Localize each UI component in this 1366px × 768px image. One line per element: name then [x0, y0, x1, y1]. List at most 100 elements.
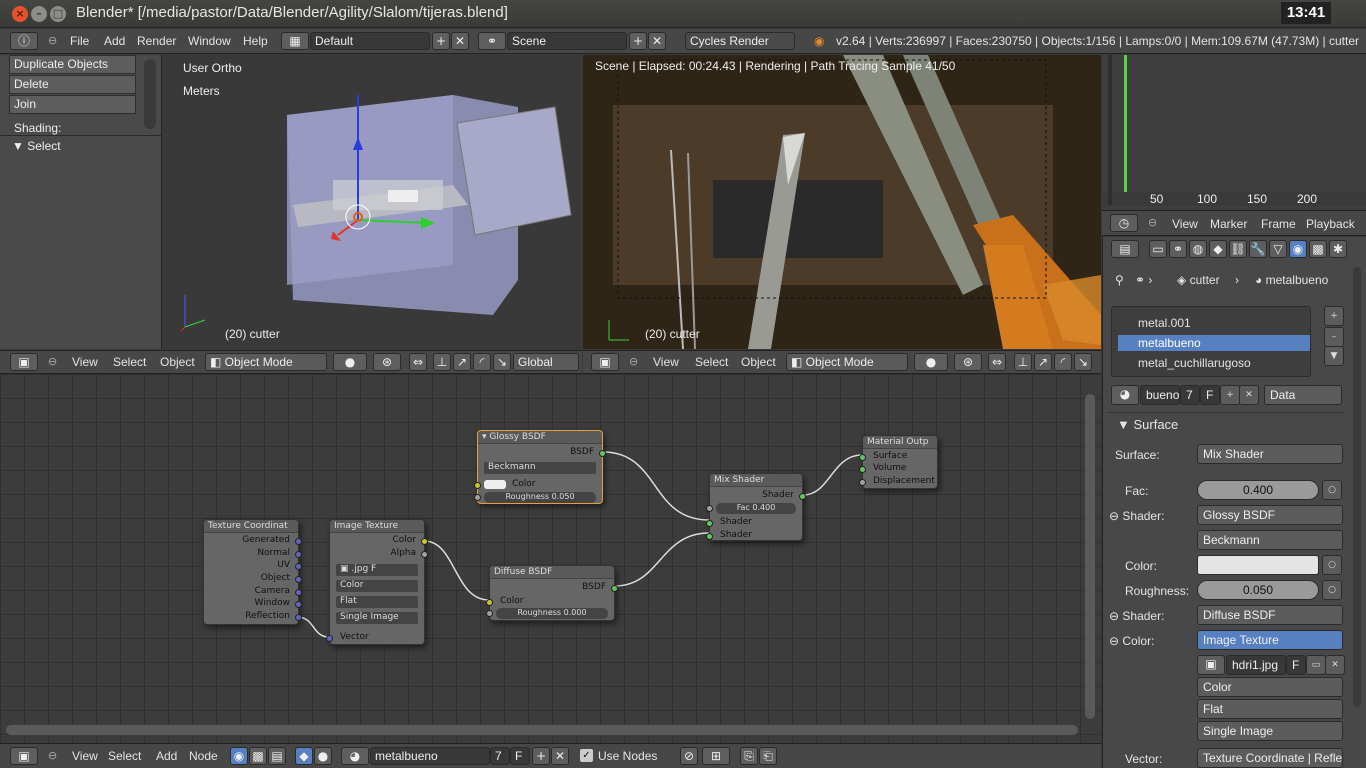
particles-tab-icon[interactable]: ✱ — [1329, 240, 1347, 258]
menu-add[interactable]: Add — [156, 749, 177, 763]
toolshelf-scrollbar[interactable] — [144, 59, 156, 129]
menu-render[interactable]: Render — [137, 34, 176, 48]
minimize-icon[interactable]: – — [31, 6, 47, 22]
socket[interactable] — [611, 585, 618, 592]
socket[interactable] — [295, 601, 302, 608]
socket[interactable] — [474, 494, 481, 501]
rotate-icon[interactable]: ↗ — [453, 353, 471, 371]
material-browse-icon[interactable]: ◕ — [1111, 385, 1139, 405]
menu-object[interactable]: Object — [160, 355, 195, 369]
socket[interactable] — [295, 589, 302, 596]
shader2-select[interactable]: Diffuse BSDF — [1197, 605, 1343, 625]
current-frame-indicator[interactable] — [1124, 55, 1127, 192]
link-icon[interactable]: ⊘ — [680, 747, 698, 765]
world-tab-icon[interactable]: ◍ — [1189, 240, 1207, 258]
menu-file[interactable]: File — [70, 34, 89, 48]
render-tab-icon[interactable]: ▭ — [1149, 240, 1167, 258]
add-scene-icon[interactable]: + — [629, 32, 647, 50]
collapse-menu-icon[interactable]: ⊖ — [48, 34, 57, 47]
socket[interactable] — [859, 466, 866, 473]
material-browse-icon[interactable]: ◕ — [341, 747, 369, 765]
object-tab-icon[interactable]: ◆ — [1209, 240, 1227, 258]
color-link-icon[interactable]: ○ — [1322, 555, 1342, 575]
viewport-shading-icon[interactable]: ● — [914, 353, 948, 371]
menu-add[interactable]: Add — [104, 34, 125, 48]
delete-button[interactable]: Delete — [9, 75, 136, 94]
fac-field[interactable]: Fac 0.400 — [716, 503, 796, 514]
compositing-nodes-icon[interactable]: ▩ — [249, 747, 267, 765]
maximize-icon[interactable]: □ — [50, 6, 66, 22]
remove-material-icon[interactable]: ✕ — [1239, 385, 1259, 405]
remove-slot-icon[interactable]: – — [1324, 327, 1344, 347]
socket[interactable] — [486, 610, 493, 617]
socket[interactable] — [859, 454, 866, 461]
socket[interactable] — [799, 493, 806, 500]
material-users[interactable]: 7 — [1180, 385, 1200, 405]
snap-icon[interactable]: ↘ — [493, 353, 511, 371]
image-file-field[interactable]: ▣ .jpg F — [336, 564, 418, 576]
world-shader-icon[interactable]: ● — [314, 747, 332, 765]
modifiers-tab-icon[interactable]: 🔧 — [1249, 240, 1267, 258]
menu-frame[interactable]: Frame — [1261, 217, 1296, 231]
add-material-icon[interactable]: + — [532, 747, 550, 765]
menu-view[interactable]: View — [1172, 217, 1198, 231]
material-name-field[interactable]: metalbueno — [370, 747, 490, 765]
menu-select[interactable]: Select — [108, 749, 141, 763]
screen-layout-icon[interactable]: ▦ — [281, 32, 309, 50]
remove-material-icon[interactable]: ✕ — [551, 747, 569, 765]
orientation-select[interactable]: Global — [513, 353, 579, 371]
constraints-tab-icon[interactable]: ⛓ — [1229, 240, 1247, 258]
duplicate-objects-button[interactable]: Duplicate Objects — [9, 55, 136, 74]
fac-slider[interactable]: 0.400 — [1197, 480, 1319, 500]
socket[interactable] — [295, 563, 302, 570]
node-image-texture[interactable]: Image Texture Color Alpha ▣ .jpg F Color… — [326, 519, 428, 645]
image-browse-icon[interactable]: ▣ — [1197, 655, 1225, 675]
join-button[interactable]: Join — [9, 95, 136, 114]
socket[interactable] — [486, 599, 493, 606]
viewport-3d-rendered[interactable]: Scene | Elapsed: 00:24.43 | Rendering | … — [583, 55, 1101, 349]
colorspace-select[interactable]: Color — [1197, 677, 1343, 697]
source-select[interactable]: Single Image — [336, 612, 418, 624]
node-glossy-bsdf[interactable]: ▾ Glossy BSDF BSDF Beckmann Color Roughn… — [474, 430, 606, 504]
editor-type-node-icon[interactable]: ▣ — [10, 747, 38, 765]
scene-icon[interactable]: ⚭ — [478, 32, 506, 50]
node-texture-coordinate[interactable]: Texture Coordinat Generated Normal UV Ob… — [203, 519, 302, 625]
collapse-menu-icon[interactable]: ⊖ — [1148, 216, 1157, 229]
material-fake-user[interactable]: F — [1200, 385, 1220, 405]
roughness-field[interactable]: Roughness 0.050 — [484, 492, 596, 503]
unlink-image-icon[interactable]: ✕ — [1325, 655, 1345, 675]
editor-type-3d-icon[interactable]: ▣ — [10, 353, 38, 371]
distribution-select[interactable]: Beckmann — [484, 462, 596, 474]
material-tab-icon[interactable]: ◉ — [1289, 240, 1307, 258]
color-space-select[interactable]: Color — [336, 580, 418, 592]
socket[interactable] — [859, 479, 866, 486]
image-name-field[interactable]: hdri1.jpg — [1226, 655, 1286, 675]
data-tab-icon[interactable]: ▽ — [1269, 240, 1287, 258]
editor-type-properties-icon[interactable]: ▤ — [1111, 240, 1139, 258]
scale-icon[interactable]: ◜ — [473, 353, 491, 371]
menu-view[interactable]: View — [72, 749, 98, 763]
viewport-3d-solid[interactable]: User Ortho Meters (20) cutter — [163, 55, 581, 349]
vector-select[interactable]: Texture Coordinate | Reflecti — [1197, 748, 1343, 768]
socket[interactable] — [706, 533, 713, 540]
link-select[interactable]: Data — [1264, 385, 1342, 405]
screen-layout-field[interactable]: Default — [310, 32, 430, 50]
socket[interactable] — [295, 614, 302, 621]
projection-select[interactable]: Flat — [336, 596, 418, 608]
image-fake-user[interactable]: F — [1286, 655, 1306, 675]
render-engine-select[interactable]: Cycles Render — [685, 32, 795, 50]
shader1-select[interactable]: Glossy BSDF — [1197, 505, 1343, 525]
socket[interactable] — [599, 450, 606, 457]
remove-layout-icon[interactable]: ✕ — [451, 32, 469, 50]
projection-select[interactable]: Flat — [1197, 699, 1343, 719]
rotate-icon[interactable]: ↗ — [1034, 353, 1052, 371]
node-mix-shader[interactable]: Mix Shader Shader Fac 0.400 Shader Shade… — [706, 473, 806, 541]
manipulator-icon[interactable]: ⇔ — [988, 353, 1006, 371]
socket[interactable] — [706, 520, 713, 527]
distribution-select[interactable]: Beckmann — [1197, 530, 1343, 550]
menu-marker[interactable]: Marker — [1210, 217, 1247, 231]
timeline-scrollbar[interactable] — [1108, 55, 1112, 205]
list-item[interactable]: metal_cuchillarugoso — [1138, 356, 1251, 370]
socket[interactable] — [421, 551, 428, 558]
roughness-field[interactable]: Roughness 0.000 — [496, 608, 608, 619]
